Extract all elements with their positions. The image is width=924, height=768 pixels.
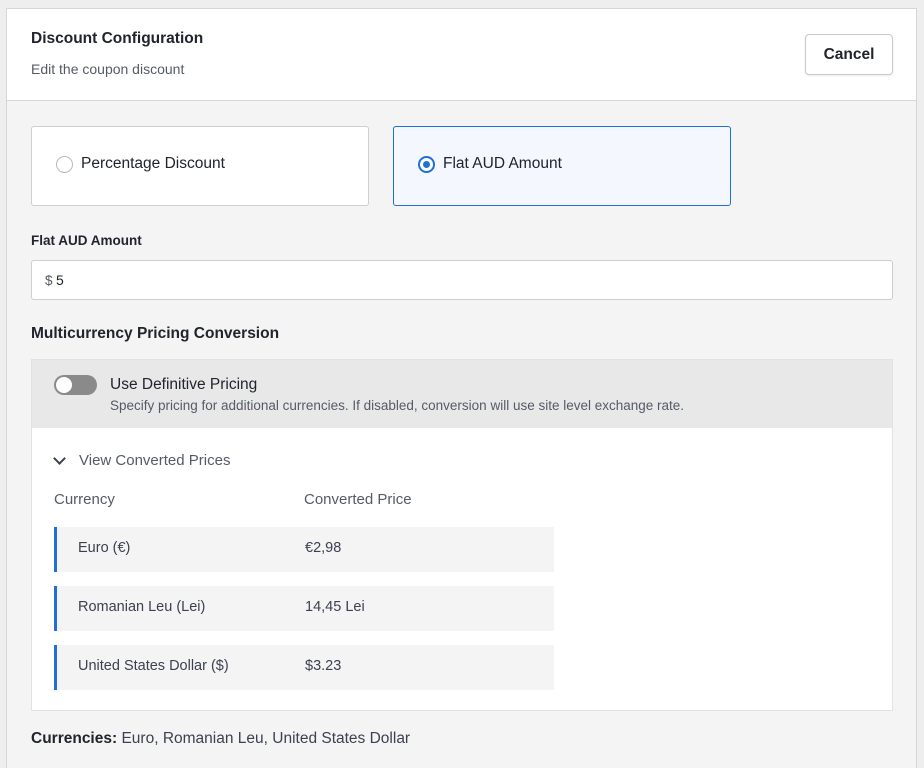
column-header-currency: Currency xyxy=(54,491,115,508)
table-row: United States Dollar ($) $3.23 xyxy=(54,645,554,690)
amount-field-label: Flat AUD Amount xyxy=(31,233,142,248)
amount-field[interactable]: $ xyxy=(31,260,893,300)
page-title: Discount Configuration xyxy=(31,30,204,47)
panel-header: Discount Configuration Edit the coupon d… xyxy=(7,9,916,101)
currencies-summary: Currencies: Euro, Romanian Leu, United S… xyxy=(31,730,410,748)
option-label: Flat AUD Amount xyxy=(443,155,562,172)
converted-price: $3.23 xyxy=(305,658,342,674)
discount-configuration-panel: Discount Configuration Edit the coupon d… xyxy=(6,8,917,768)
currency-prefix: $ xyxy=(45,273,53,288)
amount-input[interactable] xyxy=(56,267,876,293)
converted-price: €2,98 xyxy=(305,540,342,556)
view-converted-prices-label: View Converted Prices xyxy=(79,452,231,469)
currency-name: United States Dollar ($) xyxy=(78,658,229,674)
currency-name: Euro (€) xyxy=(78,540,131,556)
cancel-button[interactable]: Cancel xyxy=(805,34,893,75)
converted-price: 14,45 Lei xyxy=(305,599,365,615)
currencies-label: Currencies: xyxy=(31,730,118,747)
multicurrency-box: Use Definitive Pricing Specify pricing f… xyxy=(31,359,893,711)
currency-name: Romanian Leu (Lei) xyxy=(78,599,206,615)
toggle-description: Specify pricing for additional currencie… xyxy=(110,398,685,413)
toggle-label: Use Definitive Pricing xyxy=(110,376,258,393)
radio-percentage-discount[interactable] xyxy=(56,156,73,173)
table-row: Euro (€) €2,98 xyxy=(54,527,554,572)
option-flat-aud-amount[interactable]: Flat AUD Amount xyxy=(393,126,731,206)
page-subtitle: Edit the coupon discount xyxy=(31,61,185,77)
currencies-value: Euro, Romanian Leu, United States Dollar xyxy=(121,730,411,747)
definitive-pricing-toggle[interactable] xyxy=(54,375,97,395)
option-label: Percentage Discount xyxy=(81,155,225,172)
multicurrency-section-title: Multicurrency Pricing Conversion xyxy=(31,325,280,342)
option-percentage-discount[interactable]: Percentage Discount xyxy=(31,126,369,206)
radio-flat-aud-amount[interactable] xyxy=(418,156,435,173)
chevron-down-icon xyxy=(53,452,66,465)
column-header-converted-price: Converted Price xyxy=(304,491,412,508)
table-row: Romanian Leu (Lei) 14,45 Lei xyxy=(54,586,554,631)
definitive-pricing-header: Use Definitive Pricing Specify pricing f… xyxy=(32,360,892,428)
